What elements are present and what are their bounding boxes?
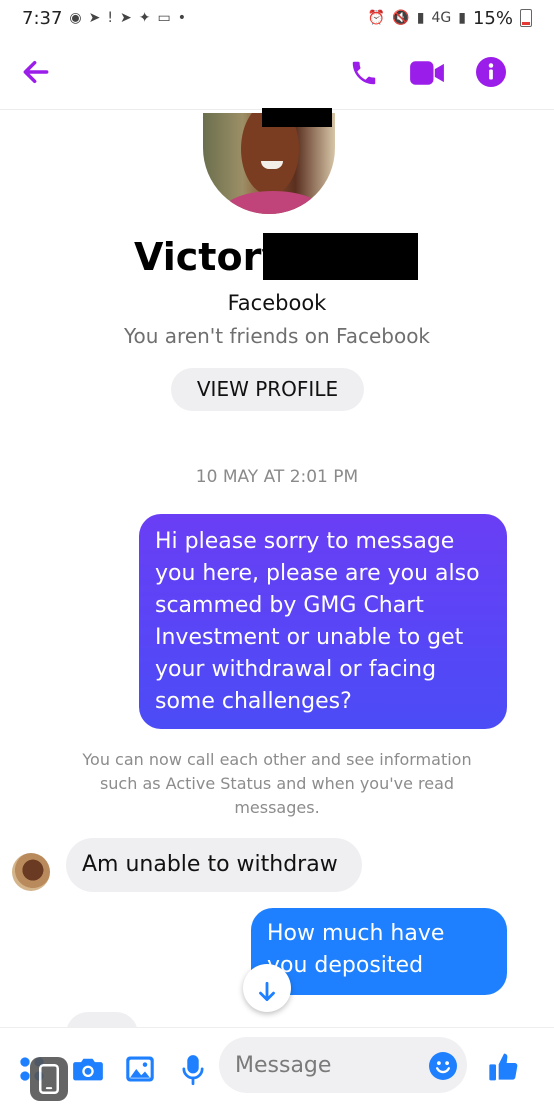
telegram-notification-icon-2: ➤ (120, 10, 132, 26)
battery-icon (520, 9, 532, 27)
redaction-bar (262, 108, 332, 127)
back-arrow-icon[interactable] (20, 56, 52, 88)
arrow-down-icon (259, 981, 275, 1001)
profile-platform: Facebook (227, 291, 327, 315)
message-notification-icon: ▭ (157, 10, 171, 26)
signal-icon-2: ▮ (458, 10, 466, 26)
network-type: 4G (431, 10, 452, 26)
thumbs-up-icon[interactable] (488, 1051, 520, 1083)
profile-avatar[interactable] (203, 113, 335, 214)
telegram-notification-icon: ➤ (88, 10, 101, 26)
contact-avatar[interactable] (12, 853, 50, 891)
camera-icon[interactable] (72, 1055, 104, 1083)
message-timestamp: 10 MAY AT 2:01 PM (195, 467, 359, 487)
status-bar-left: 7:37 ◉ ➤ ! ➤ ✦ ▭ • (22, 8, 186, 29)
phone-call-icon[interactable] (349, 58, 379, 88)
mute-icon: 🔇 (392, 10, 410, 26)
scroll-to-bottom-button[interactable] (243, 964, 291, 1012)
alarm-icon: ⏰ (367, 10, 386, 26)
twitter-notification-icon: ✦ (138, 10, 151, 26)
sent-message-bubble[interactable]: Hi please sorry to message you here, ple… (139, 514, 507, 729)
view-profile-button[interactable]: VIEW PROFILE (171, 368, 364, 411)
name-redaction-bar (263, 233, 418, 280)
whatsapp-notification-icon: ◉ (69, 10, 82, 26)
system-notice: You can now call each other and see info… (82, 750, 472, 817)
conversation-header (0, 36, 554, 110)
status-bar-right: ⏰ 🔇 ▮ 4G ▮ 15% (368, 8, 532, 29)
battery-percent: 15% (472, 7, 513, 29)
message-composer (0, 1027, 554, 1109)
avatar-shirt (223, 191, 323, 214)
received-message-bubble[interactable]: Am unable to withdraw (66, 838, 362, 892)
phone-icon (39, 1064, 59, 1094)
microphone-icon[interactable] (180, 1054, 206, 1086)
emoji-icon[interactable] (429, 1052, 457, 1080)
friendship-status: You aren't friends on Facebook (123, 324, 431, 348)
more-notifications-dot-icon: • (177, 10, 186, 26)
status-bar: 7:37 ◉ ➤ ! ➤ ✦ ▭ • ⏰ 🔇 ▮ 4G ▮ 15% (0, 0, 554, 36)
status-time: 7:37 (22, 7, 63, 29)
info-icon[interactable] (476, 57, 506, 87)
screen-recorder-overlay[interactable] (30, 1057, 68, 1101)
video-camera-icon[interactable] (410, 60, 444, 86)
signal-icon: ▮ (416, 10, 425, 26)
gallery-icon[interactable] (125, 1054, 155, 1084)
alert-notification-icon: ! (107, 10, 113, 26)
